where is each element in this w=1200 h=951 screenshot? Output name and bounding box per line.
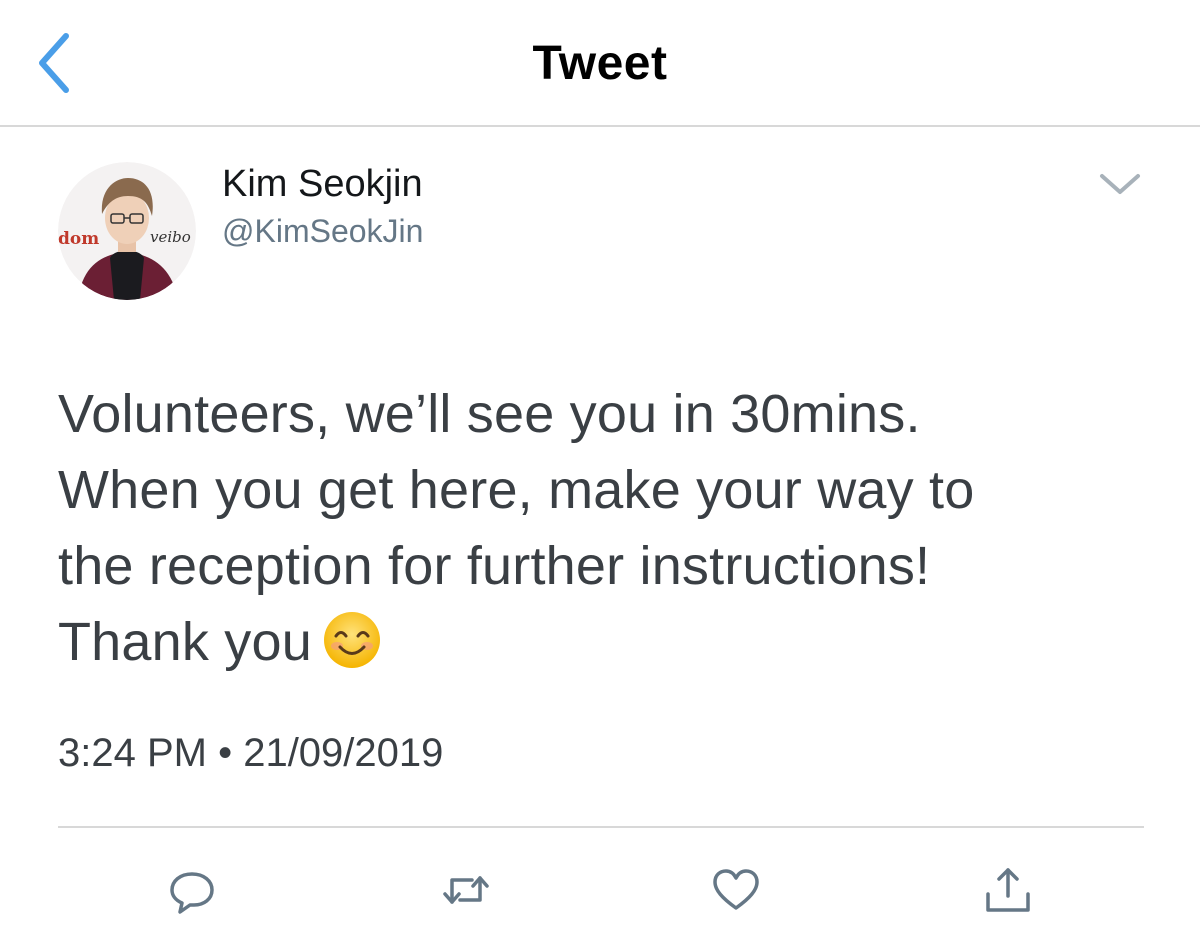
- retweet-icon: [443, 876, 489, 904]
- author-handle[interactable]: @KimSeokJin: [222, 212, 423, 250]
- avatar-photo: dom veibo: [58, 162, 196, 300]
- avatar-bg-text-right: veibo: [150, 228, 191, 246]
- tweet-detail-screen: Tweet dom veibo Kim Seokjin @KimSeokJin …: [0, 0, 1200, 951]
- retweet-button[interactable]: [438, 862, 494, 918]
- share-button[interactable]: [980, 862, 1036, 918]
- reply-button[interactable]: [164, 862, 220, 918]
- chevron-down-icon: [1100, 174, 1140, 194]
- like-button[interactable]: [708, 862, 764, 918]
- divider: [58, 826, 1144, 828]
- tweet-text-block: Volunteers, we’ll see you in 30mins. Whe…: [58, 376, 1158, 680]
- reply-icon: [170, 872, 214, 914]
- avatar[interactable]: dom veibo: [58, 162, 196, 300]
- navigation-bar: Tweet: [0, 0, 1200, 127]
- page-title: Tweet: [532, 37, 668, 90]
- heart-icon: [713, 869, 759, 910]
- tweet-text: Volunteers, we’ll see you in 30mins. Whe…: [58, 384, 975, 672]
- more-options-button[interactable]: [1096, 164, 1144, 204]
- smiling-face-emoji-icon: [322, 610, 382, 670]
- tweet-timestamp: 3:24 PM • 21/09/2019: [58, 731, 444, 775]
- share-icon: [986, 868, 1030, 912]
- author-name[interactable]: Kim Seokjin: [222, 162, 423, 206]
- avatar-bg-text-left: dom: [58, 229, 99, 249]
